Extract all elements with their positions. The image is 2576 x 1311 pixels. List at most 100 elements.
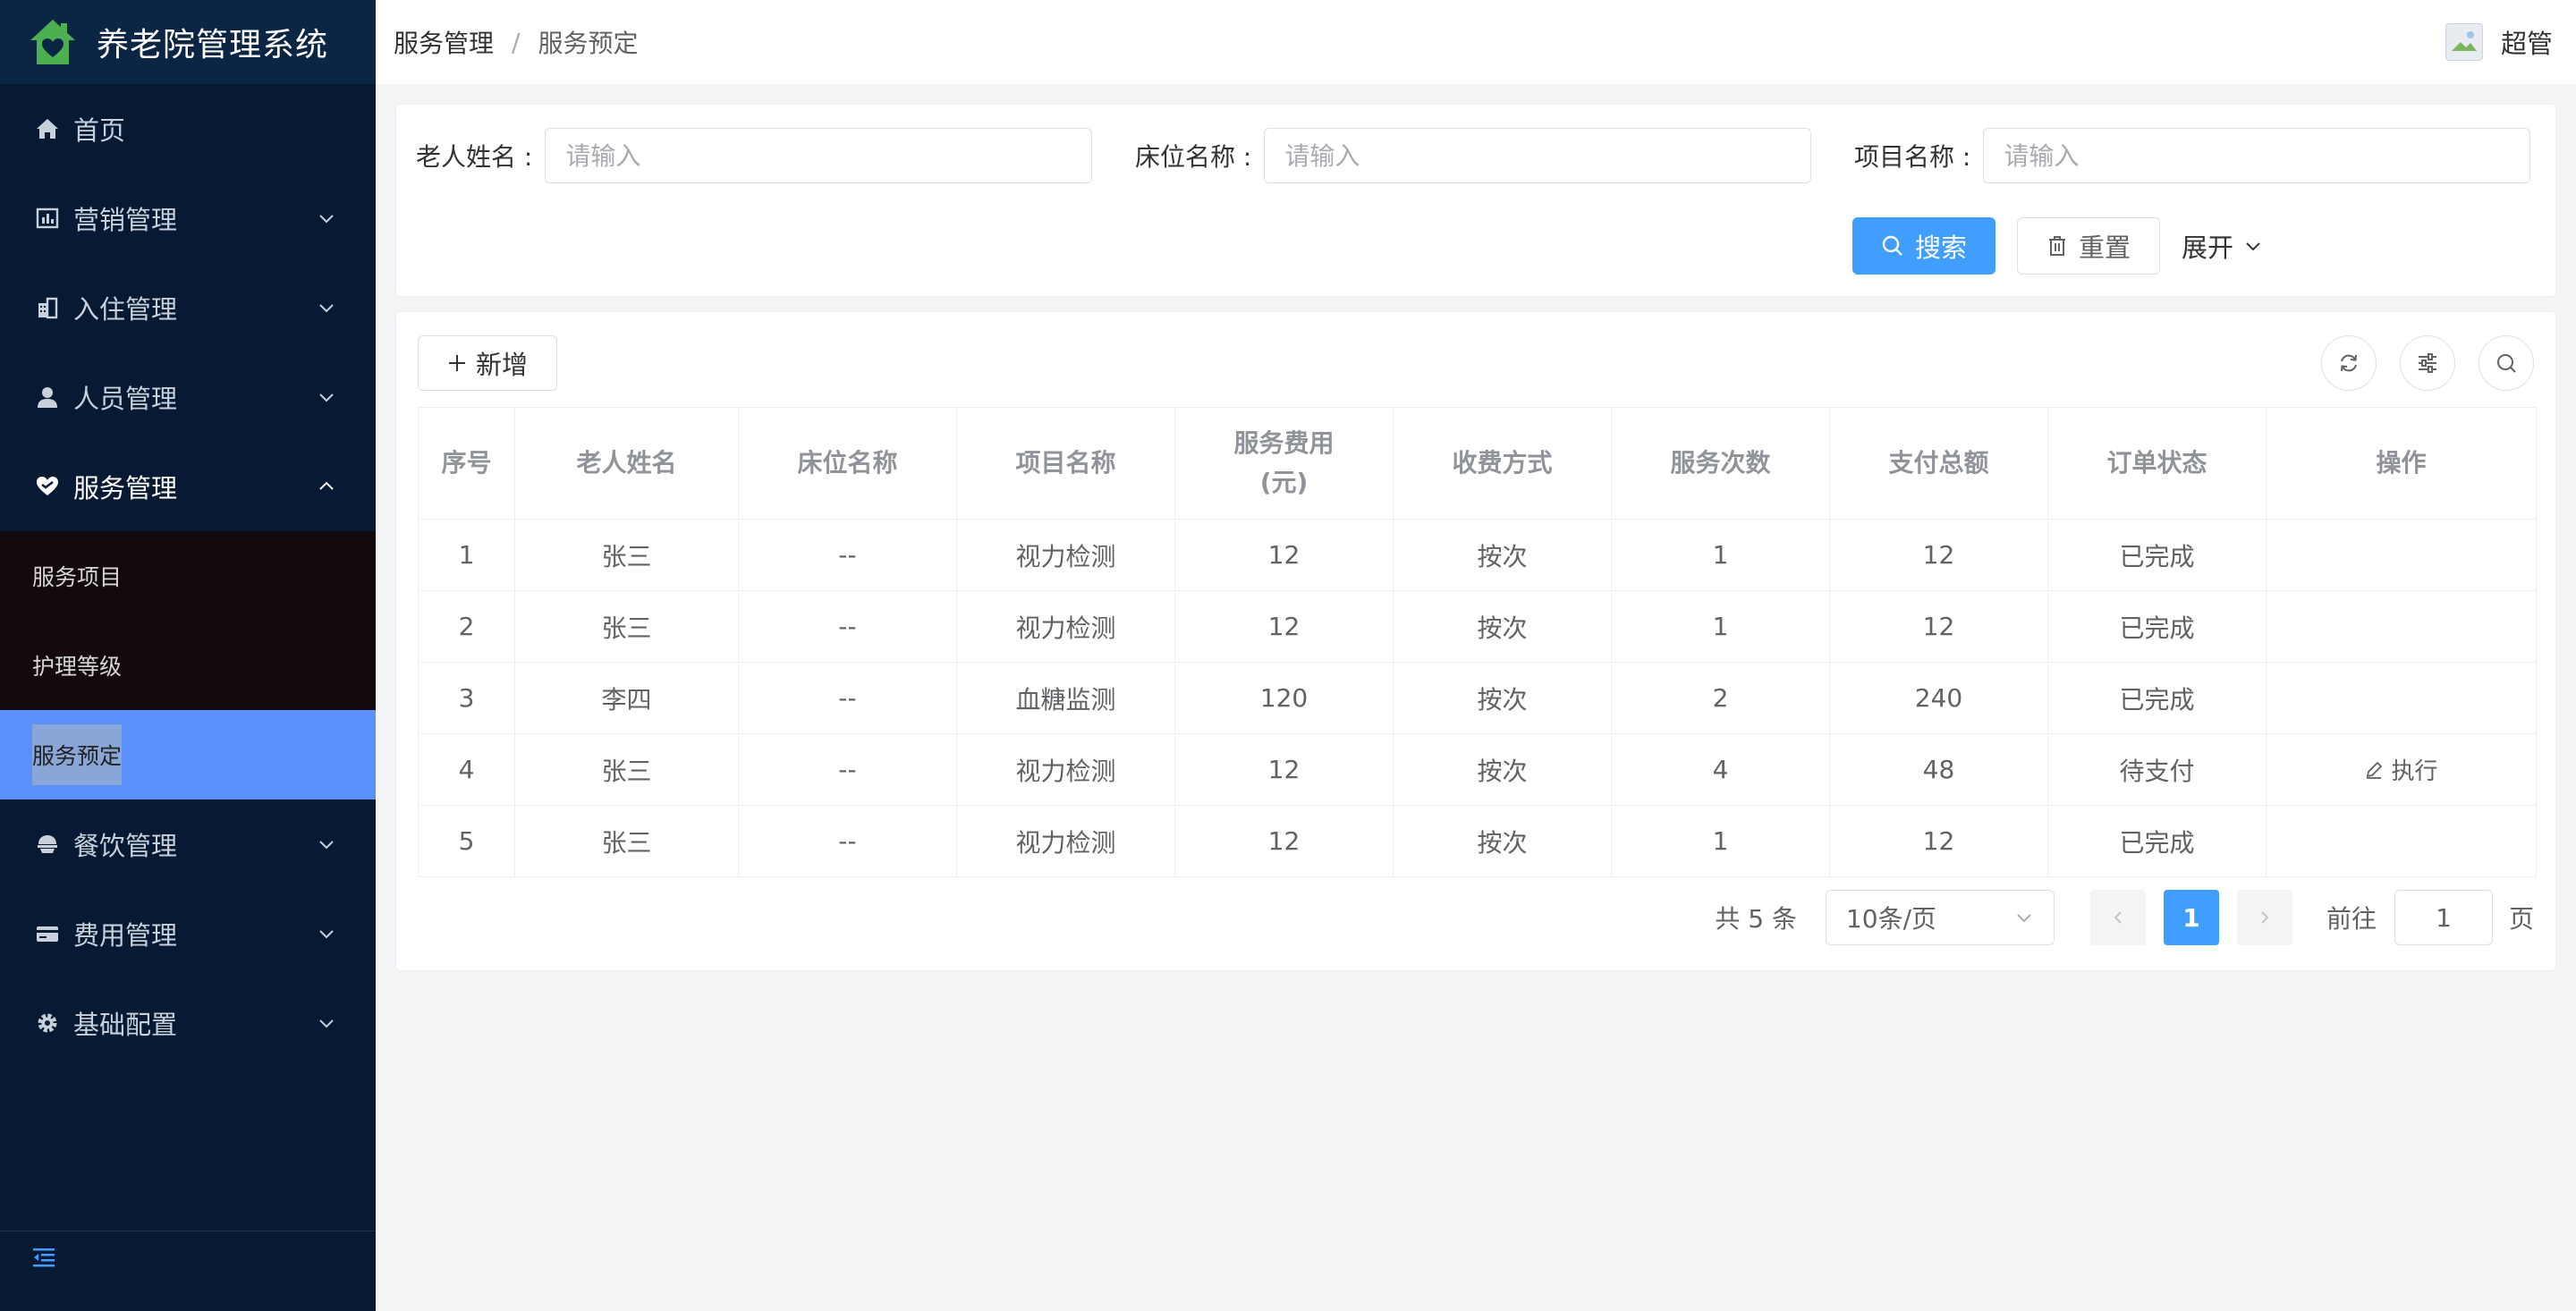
breadcrumb-current: 服务预定 (538, 29, 639, 58)
cell-service-count: 2 (1611, 662, 1830, 734)
chevron-right-icon (2261, 911, 2269, 924)
reset-button[interactable]: 重置 (2017, 217, 2160, 275)
cell-index: 4 (418, 733, 515, 806)
cell-elder-name: 张三 (514, 519, 739, 591)
user-name: 超管 (2500, 29, 2553, 59)
sidebar-item-label: 餐饮管理 (73, 831, 178, 861)
sidebar-item-fees[interactable]: 费用管理 (0, 889, 376, 978)
cell-total-paid: 240 (1829, 662, 2048, 734)
search-panel: 老人姓名 : 床位名称 : 项目名称 : 搜索 重置 展开 (395, 104, 2556, 297)
logo-house-icon (30, 20, 75, 64)
cell-bed-name: -- (738, 590, 957, 663)
submenu-item-service-items[interactable]: 服务项目 (0, 531, 376, 621)
toggle-search-button[interactable] (2479, 335, 2534, 391)
search-button[interactable]: 搜索 (1852, 217, 1996, 275)
sidebar-item-home[interactable]: 首页 (0, 84, 376, 173)
sidebar-item-staff[interactable]: 人员管理 (0, 352, 376, 442)
search-button-label: 搜索 (1914, 233, 1967, 263)
cell-actions (2266, 805, 2537, 877)
table-row: 2 张三 -- 视力检测 12 按次 1 12 已完成 (418, 590, 2537, 663)
cell-order-status: 已完成 (2047, 662, 2267, 734)
refresh-button[interactable] (2321, 335, 2377, 391)
next-page-button[interactable] (2236, 890, 2292, 945)
field-label: 项目名称 : (1854, 142, 1971, 172)
heart-hand-icon (34, 473, 61, 500)
gear-icon (34, 1010, 61, 1036)
sidebar-item-config[interactable]: 基础配置 (0, 978, 376, 1068)
field-elder-name: 老人姓名 : (416, 128, 1093, 183)
breadcrumb-parent[interactable]: 服务管理 (394, 24, 494, 60)
user-menu[interactable]: 超管 (2445, 23, 2553, 61)
cell-bed-name: -- (738, 733, 957, 806)
sidebar-item-label: 首页 (73, 115, 126, 146)
expand-label: 展开 (2182, 233, 2234, 263)
reset-button-label: 重置 (2078, 233, 2131, 263)
cell-project-name: 视力检测 (956, 519, 1175, 591)
project-name-input[interactable] (1983, 128, 2531, 183)
plus-icon (448, 355, 465, 371)
logo-bar: 养老院管理系统 (0, 0, 376, 84)
home-icon (34, 115, 61, 142)
chart-icon (34, 205, 61, 232)
chevron-down-icon (2017, 914, 2031, 923)
sidebar-item-service[interactable]: 服务管理 (0, 442, 376, 531)
cell-project-name: 视力检测 (956, 590, 1175, 663)
expand-toggle[interactable]: 展开 (2182, 217, 2280, 275)
cell-index: 1 (418, 519, 515, 591)
cell-total-paid: 12 (1829, 805, 2048, 877)
submenu-item-label: 护理等级 (32, 654, 123, 680)
execute-link[interactable]: 执行 (2364, 753, 2438, 786)
chevron-down-icon (319, 393, 334, 402)
cell-service-count: 1 (1611, 519, 1830, 591)
goto-page-input[interactable]: 1 (2394, 890, 2493, 945)
search-icon (1882, 235, 1902, 256)
bed-name-input[interactable] (1264, 128, 1812, 183)
elder-name-input[interactable] (545, 128, 1093, 183)
booking-table: 序号 老人姓名 床位名称 项目名称 服务费用 (元) 收费方式 服务次数 支付总额… (418, 407, 2537, 877)
cell-actions (2266, 590, 2537, 663)
chevron-left-icon (2114, 911, 2122, 924)
sliders-icon (2419, 353, 2436, 373)
cell-order-status: 已完成 (2047, 519, 2267, 591)
col-total-paid: 支付总额 (1829, 407, 2048, 520)
sidebar-item-label: 营销管理 (73, 205, 178, 235)
table-header-row: 序号 老人姓名 床位名称 项目名称 服务费用 (元) 收费方式 服务次数 支付总额… (418, 407, 2537, 520)
cell-actions (2266, 519, 2537, 591)
cell-service-fee: 12 (1174, 590, 1394, 663)
add-button[interactable]: 新增 (418, 335, 557, 391)
submenu-item-service-booking[interactable]: 服务预定 (0, 710, 376, 799)
col-service-fee: 服务费用 (元) (1174, 407, 1394, 520)
column-settings-button[interactable] (2400, 335, 2455, 391)
col-elder-name: 老人姓名 (514, 407, 739, 520)
sidebar-menu: 首页 营销管理 入住管理 人员管理 服务管理 (0, 84, 376, 531)
sidebar-item-label: 人员管理 (73, 384, 178, 414)
page-number-button[interactable]: 1 (2163, 890, 2219, 945)
submenu-item-care-level[interactable]: 护理等级 (0, 621, 376, 710)
cell-charge-method: 按次 (1393, 590, 1612, 663)
page-size-select[interactable]: 10条/页 (1825, 890, 2055, 945)
col-order-status: 订单状态 (2047, 407, 2267, 520)
prev-page-button[interactable] (2089, 890, 2146, 945)
table-row: 5 张三 -- 视力检测 12 按次 1 12 已完成 (418, 805, 2537, 877)
chevron-down-icon (2246, 242, 2260, 251)
sidebar-item-label: 基础配置 (73, 1010, 178, 1040)
search-icon (2497, 354, 2516, 373)
cell-charge-method: 按次 (1393, 662, 1612, 734)
sidebar-item-checkin[interactable]: 入住管理 (0, 263, 376, 352)
edit-icon (2367, 761, 2383, 779)
chevron-down-icon (319, 1019, 334, 1028)
cell-charge-method: 按次 (1393, 519, 1612, 591)
table-row: 3 李四 -- 血糖监测 120 按次 2 240 已完成 (418, 662, 2537, 734)
collapse-menu-icon[interactable] (30, 1244, 57, 1271)
refresh-icon (2341, 354, 2357, 372)
chevron-down-icon (319, 841, 334, 850)
cell-total-paid: 12 (1829, 519, 2048, 591)
goto-label: 前往 (2326, 904, 2377, 934)
sidebar-item-marketing[interactable]: 营销管理 (0, 173, 376, 263)
sidebar-item-label: 服务管理 (73, 473, 178, 503)
submenu-item-label: 服务预定 (32, 724, 123, 785)
avatar (2445, 23, 2483, 61)
sidebar-item-dining[interactable]: 餐饮管理 (0, 799, 376, 889)
app-title: 养老院管理系统 (97, 27, 329, 63)
cell-bed-name: -- (738, 662, 957, 734)
